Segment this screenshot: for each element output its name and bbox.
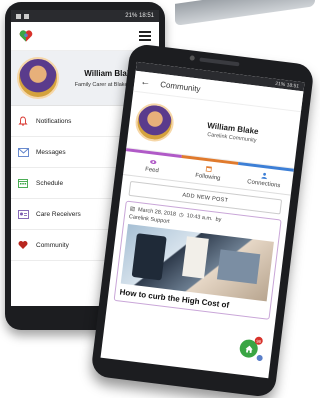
clock-text: 18:51 [138,13,154,19]
camera-icon [189,55,196,61]
tab-label: Following [194,172,221,182]
calendar-icon [205,166,212,173]
phone-front: 21% 18:51 ← Community William Blake Care… [90,42,315,398]
clock-icon: ◷ [178,212,185,219]
menu-icon[interactable] [139,31,151,41]
home-fab-button[interactable]: 98 [238,336,264,362]
post-card[interactable]: ▤ March 28, 2018 ◷ 10:43 a.m. by Carelin… [113,200,282,320]
clock-text: 18:51 [286,81,300,90]
back-arrow-icon[interactable]: ← [140,76,151,88]
menu-label: Schedule [36,179,64,187]
people-icon [261,172,268,180]
id-card-icon [17,208,29,220]
tab-feed[interactable]: Feed [123,148,183,181]
calendar-icon [17,177,29,189]
tab-label: Feed [144,166,160,175]
fab-secondary-dot [256,354,264,362]
home-icon [245,345,253,353]
tab-connections[interactable]: Connections [234,161,294,195]
image-icon [24,13,29,19]
eye-icon [149,160,157,165]
battery-text: 21% [125,13,138,19]
page-title: Community [159,79,202,94]
sim-icon [16,13,21,19]
tab-following[interactable]: Following [178,155,239,188]
post-by: by [215,216,222,224]
calendar-small-icon: ▤ [129,206,136,213]
app-logo-icon [19,29,33,43]
bell-icon [17,115,29,127]
tab-label: Connections [246,179,281,190]
avatar [17,57,59,99]
status-bar: 21% 18:51 [11,10,159,22]
status-time: 21% 18:51 [125,13,154,19]
menu-label: Notifications [36,117,72,125]
menu-label: Community [36,241,69,249]
avatar [133,101,176,144]
community-screen: 21% 18:51 ← Community William Blake Care… [100,61,305,379]
fab-badge: 98 [254,336,264,346]
envelope-icon [17,146,29,158]
menu-label: Care Receivers [36,210,81,218]
laptop-edge [175,0,315,26]
speaker-grille [199,57,240,67]
menu-label: Messages [36,148,66,156]
battery-text: 21% [274,80,286,88]
heart-icon [17,239,29,251]
